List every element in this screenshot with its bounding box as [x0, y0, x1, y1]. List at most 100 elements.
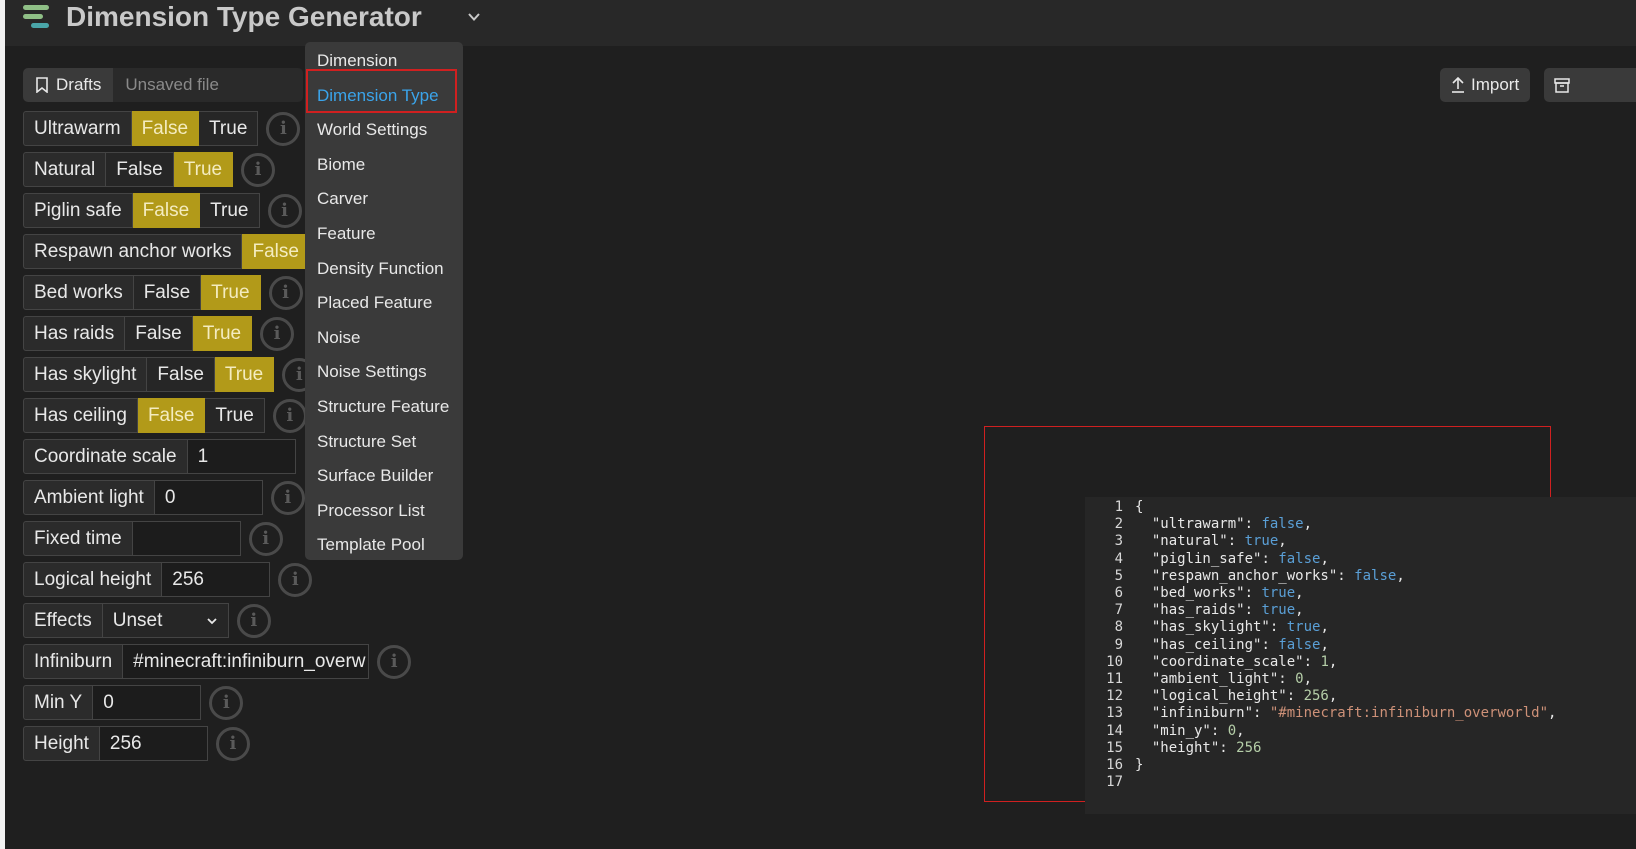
code-text: "ambient_light": 0,	[1151, 671, 1313, 687]
menu-item[interactable]: Noise	[305, 321, 463, 356]
code-text: "has_ceiling": false,	[1151, 636, 1329, 653]
false-button[interactable]: False	[242, 234, 310, 269]
page-title[interactable]: Dimension Type Generator	[66, 0, 422, 34]
drafts-tab[interactable]: Drafts	[23, 68, 114, 102]
code-text: "coordinate_scale": 1,	[1151, 653, 1338, 670]
true-button[interactable]: True	[205, 398, 265, 433]
menu-item[interactable]: Surface Builder	[305, 459, 463, 494]
field-natural: Natural False True i	[23, 152, 276, 187]
code-text: }	[1135, 757, 1144, 773]
false-button[interactable]: False	[106, 152, 174, 187]
line-number: 17	[1106, 774, 1123, 791]
height-input[interactable]: 256	[99, 726, 208, 761]
field-label: Respawn anchor works	[23, 234, 243, 269]
field-label: Natural	[23, 152, 107, 187]
true-button[interactable]: True	[199, 111, 259, 146]
effects-select[interactable]: Unset	[102, 603, 229, 638]
menu-item[interactable]: Placed Feature	[305, 286, 463, 321]
false-button[interactable]: False	[125, 316, 193, 351]
false-button[interactable]: False	[137, 398, 206, 433]
code-line: 9 "has_ceiling": false,	[1085, 637, 1329, 654]
info-icon[interactable]: i	[209, 685, 244, 720]
bookmark-icon	[36, 77, 48, 93]
code-line: 14 "min_y": 0,	[1085, 722, 1244, 740]
true-button[interactable]: True	[192, 316, 253, 351]
fixed-time-input[interactable]	[132, 521, 241, 556]
menu-item[interactable]: Feature	[305, 217, 463, 252]
field-label: Effects	[23, 603, 103, 638]
field-fixed-time: Fixed time i	[23, 521, 283, 556]
false-button[interactable]: False	[133, 275, 202, 310]
info-icon[interactable]: i	[377, 644, 412, 679]
chevron-down-icon[interactable]	[467, 10, 481, 24]
info-icon[interactable]: i	[267, 193, 302, 228]
code-line: 17	[1085, 774, 1123, 791]
line-number: 5	[1114, 567, 1123, 584]
line-number: 14	[1106, 722, 1123, 739]
code-text: "piglin_safe": false,	[1151, 550, 1329, 567]
infiniburn-input[interactable]: #minecraft:infiniburn_overw	[123, 644, 370, 679]
archive-button[interactable]	[1544, 68, 1636, 102]
menu-item[interactable]: Biome	[305, 148, 463, 183]
true-button[interactable]: True	[173, 152, 234, 187]
menu-item[interactable]: Noise Settings	[305, 355, 463, 390]
menu-item[interactable]: Processor List	[305, 494, 463, 529]
field-ambient-light: Ambient light 0 i	[23, 480, 305, 515]
code-text: "natural": true,	[1151, 533, 1287, 550]
true-button[interactable]: True	[214, 357, 275, 392]
field-label: Has ceiling	[23, 398, 138, 433]
line-number: 8	[1114, 619, 1123, 636]
menu-item[interactable]: Carver	[305, 182, 463, 217]
code-line: 8 "has_skylight": true,	[1085, 619, 1329, 636]
false-button[interactable]: False	[147, 357, 215, 392]
code-line: 7 "has_raids": true,	[1085, 602, 1304, 619]
import-label: Import	[1471, 75, 1520, 94]
ambient-light-input[interactable]: 0	[154, 480, 263, 515]
field-piglin-safe: Piglin safe False True i	[23, 193, 302, 228]
json-output-panel[interactable]: 1{2 "ultrawarm": false, 3 "natural": true…	[1085, 497, 1636, 814]
line-number: 10	[1106, 653, 1123, 670]
menu-item[interactable]: World Settings	[305, 113, 463, 148]
info-icon[interactable]: i	[260, 316, 295, 351]
code-text: {	[1135, 499, 1144, 515]
field-label: Fixed time	[23, 521, 133, 556]
info-icon[interactable]: i	[215, 726, 250, 761]
true-button[interactable]: True	[201, 275, 261, 310]
info-icon[interactable]: i	[270, 480, 305, 515]
line-number: 15	[1106, 739, 1123, 756]
line-number: 6	[1114, 585, 1123, 601]
menu-item[interactable]: Structure Set	[305, 425, 463, 460]
field-label: Has skylight	[23, 357, 148, 392]
menu-item[interactable]: Structure Feature	[305, 390, 463, 425]
info-icon[interactable]: i	[266, 111, 301, 146]
menu-item[interactable]: Template Pool	[305, 528, 463, 563]
field-ultrawarm: Ultrawarm False True i	[23, 111, 301, 146]
window-left-edge	[0, 0, 5, 849]
field-label: Bed works	[23, 275, 134, 310]
code-text: "bed_works": true,	[1151, 585, 1304, 601]
info-icon[interactable]: i	[241, 152, 276, 187]
info-icon[interactable]: i	[248, 521, 283, 556]
upload-icon	[1452, 77, 1464, 93]
false-button[interactable]: False	[132, 193, 201, 228]
info-icon[interactable]: i	[268, 275, 303, 310]
generator-dropdown-menu: Dimension Dimension Type World Settings Bio…	[305, 42, 463, 560]
line-number: 11	[1106, 671, 1123, 687]
min-y-input[interactable]: 0	[93, 685, 202, 720]
info-icon[interactable]: i	[236, 603, 271, 638]
line-number: 16	[1106, 757, 1123, 773]
menu-item[interactable]: Density Function	[305, 252, 463, 287]
true-button[interactable]: True	[200, 193, 260, 228]
info-icon[interactable]: i	[278, 562, 313, 597]
coordinate-scale-input[interactable]: 1	[187, 439, 296, 474]
import-button[interactable]: Import	[1440, 68, 1531, 102]
code-text: "has_raids": true,	[1151, 602, 1304, 619]
code-line: 10 "coordinate_scale": 1,	[1085, 653, 1337, 671]
field-has-ceiling: Has ceiling False True i	[23, 398, 307, 433]
info-icon[interactable]: i	[272, 398, 307, 433]
unsaved-file-tab[interactable]: Unsaved file	[113, 68, 304, 102]
logical-height-input[interactable]: 256	[162, 562, 271, 597]
selected-item-highlight	[306, 69, 457, 113]
false-button[interactable]: False	[131, 111, 200, 146]
code-line: 12 "logical_height": 256,	[1085, 688, 1337, 705]
